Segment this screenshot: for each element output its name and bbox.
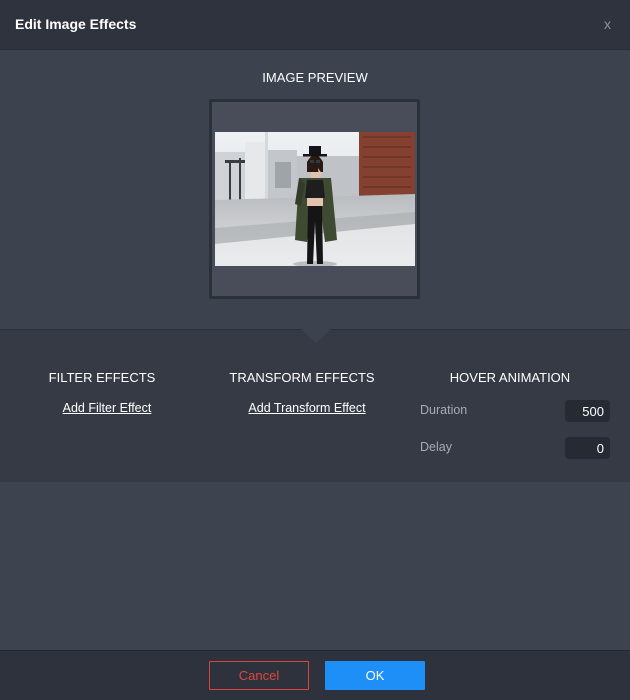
- add-filter-effect-link[interactable]: Add Filter Effect: [37, 401, 177, 415]
- dialog-title: Edit Image Effects: [15, 16, 137, 32]
- dialog-titlebar: Edit Image Effects x: [0, 0, 630, 50]
- effects-panel: FILTER EFFECTS Add Filter Effect TRANSFO…: [0, 329, 630, 482]
- add-transform-effect-link[interactable]: Add Transform Effect: [227, 401, 387, 415]
- duration-input[interactable]: [565, 400, 610, 422]
- ok-button[interactable]: OK: [325, 661, 425, 690]
- image-preview-section: IMAGE PREVIEW: [0, 50, 630, 329]
- preview-photo: [215, 132, 415, 266]
- close-icon[interactable]: x: [604, 16, 611, 32]
- delay-label: Delay: [420, 440, 452, 454]
- delay-input[interactable]: [565, 437, 610, 459]
- duration-label: Duration: [420, 403, 468, 417]
- preview-pointer: [301, 329, 331, 343]
- filter-effects-title: FILTER EFFECTS: [48, 370, 156, 385]
- image-preview-frame: [209, 99, 420, 299]
- transform-effects-title: TRANSFORM EFFECTS: [229, 370, 375, 385]
- cancel-button[interactable]: Cancel: [209, 661, 309, 690]
- hover-animation-title: HOVER ANIMATION: [449, 370, 571, 385]
- dialog-footer: Cancel OK: [0, 650, 630, 700]
- image-preview-label: IMAGE PREVIEW: [262, 70, 368, 85]
